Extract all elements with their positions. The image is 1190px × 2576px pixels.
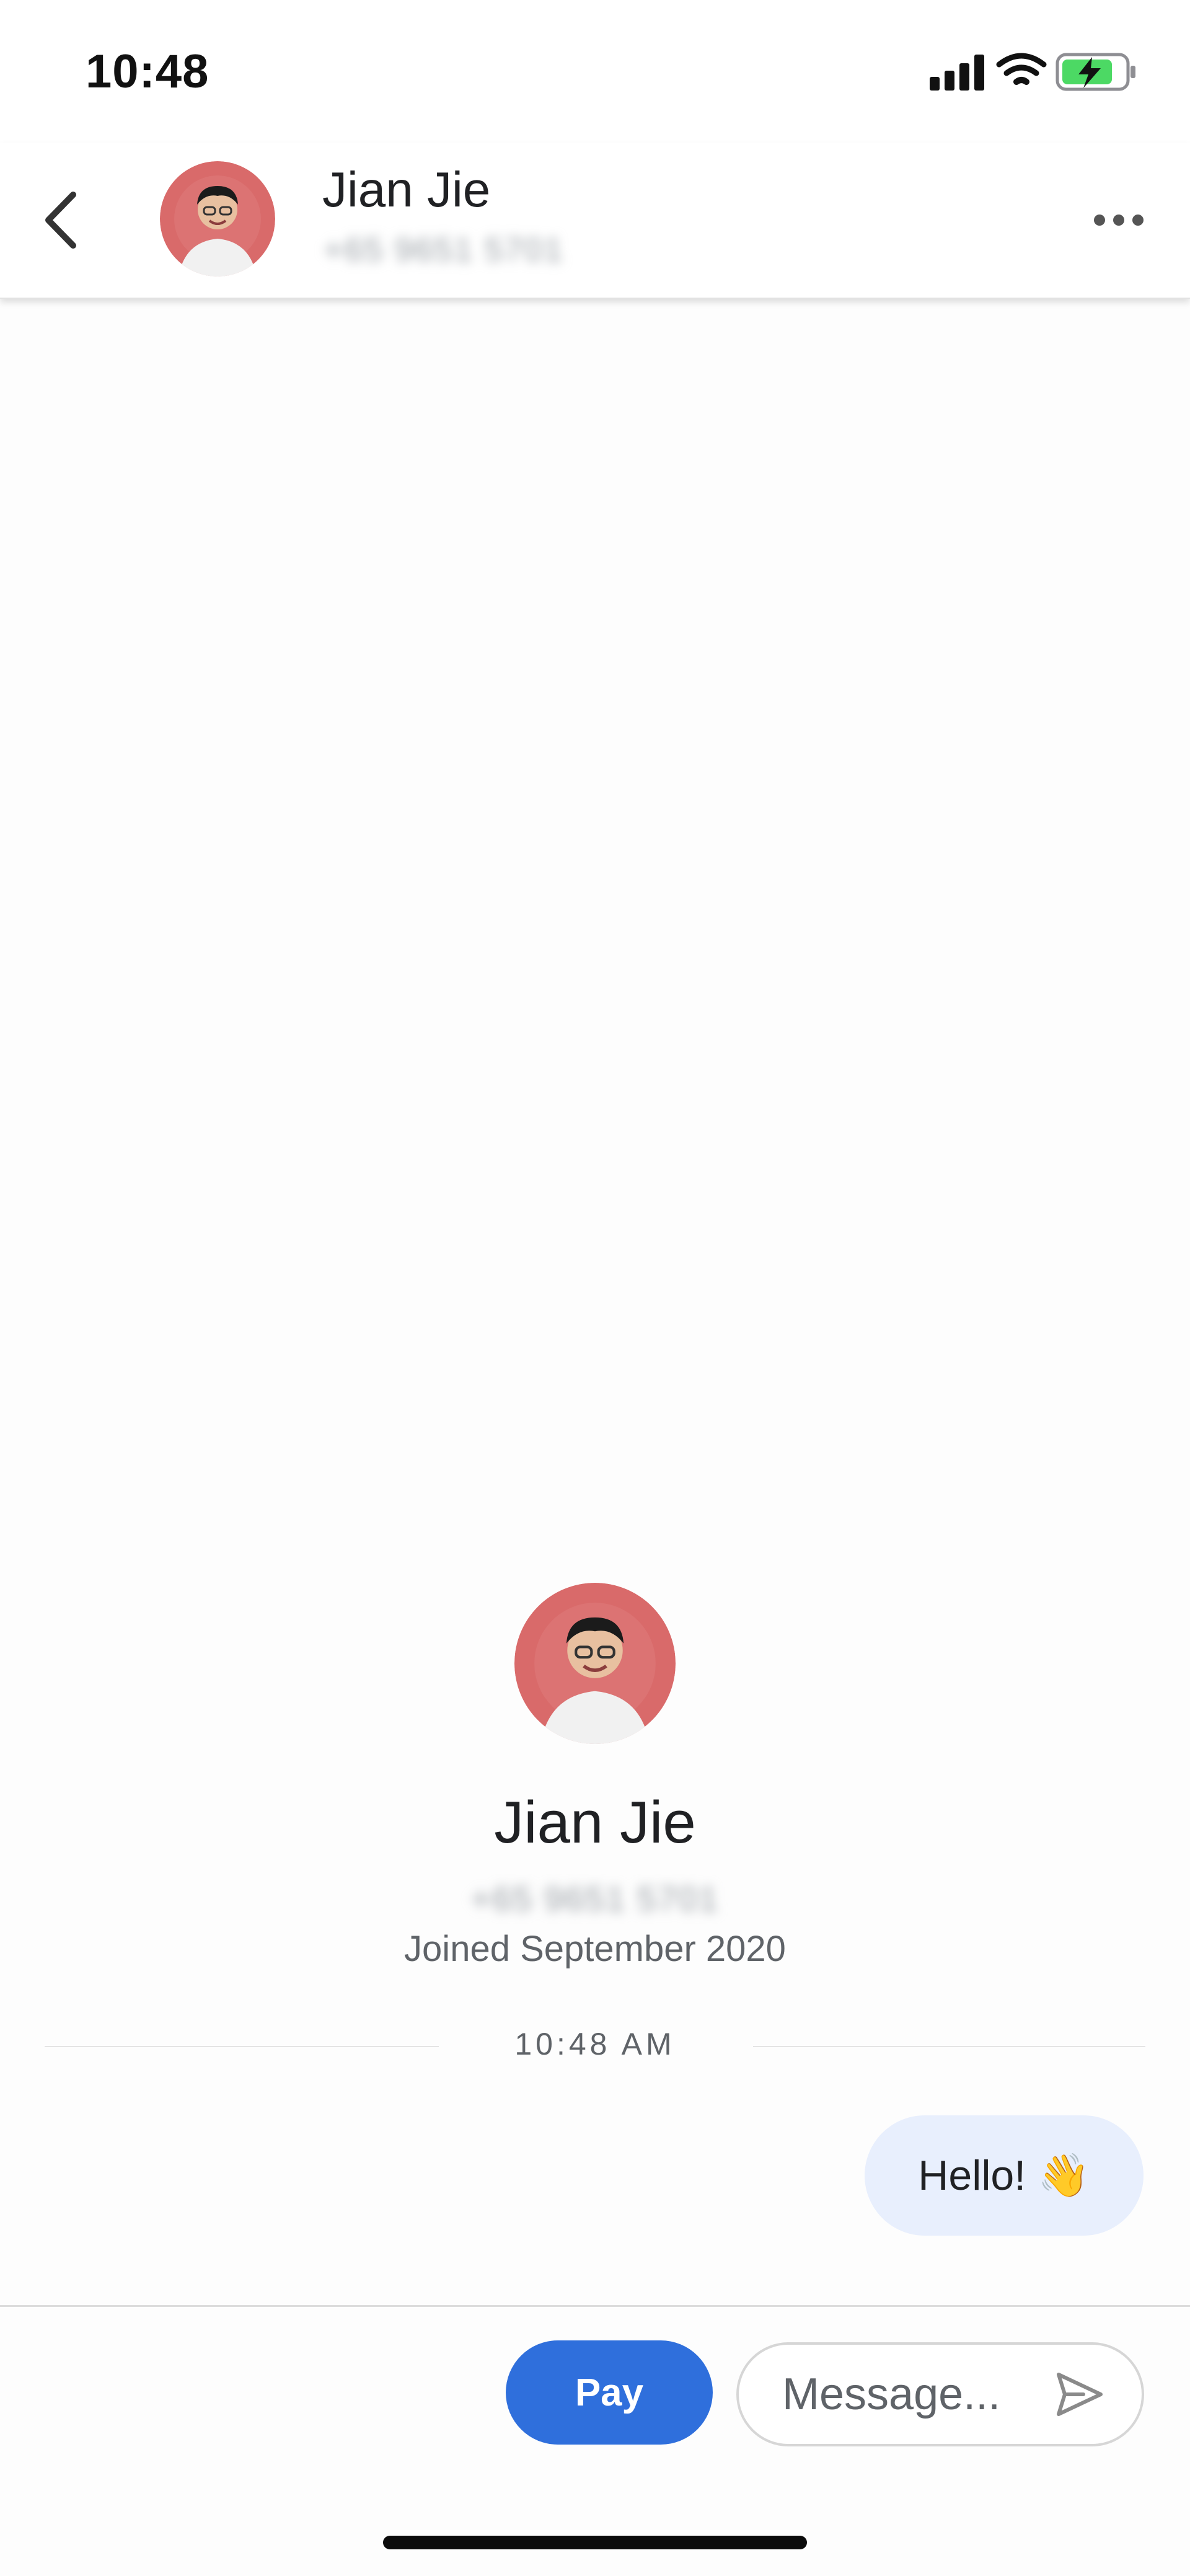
status-icons bbox=[930, 50, 1140, 93]
send-button[interactable] bbox=[1055, 2371, 1104, 2418]
profile-phone: +65 9651 5701 bbox=[470, 1879, 720, 1918]
divider-right bbox=[753, 2046, 1145, 2047]
battery-charging-icon bbox=[1056, 53, 1135, 91]
message-bubble-outgoing[interactable]: Hello! 👋 bbox=[865, 2115, 1144, 2236]
wifi-icon bbox=[996, 53, 1047, 85]
back-button[interactable] bbox=[37, 186, 93, 254]
status-time: 10:48 bbox=[86, 45, 209, 98]
chat-header: Jian Jie +65 9651 5701 bbox=[0, 143, 1190, 299]
profile-avatar bbox=[514, 1583, 676, 1744]
status-bar: 10:48 bbox=[0, 0, 1190, 143]
chevron-left-icon bbox=[45, 192, 76, 249]
message-timestamp: 10:48 AM bbox=[514, 2027, 676, 2061]
home-indicator[interactable] bbox=[383, 2536, 807, 2549]
message-input[interactable] bbox=[782, 2357, 1049, 2432]
pay-button[interactable]: Pay bbox=[506, 2340, 713, 2445]
more-horizontal-icon bbox=[1094, 215, 1144, 226]
contact-phone: +65 9651 5701 bbox=[324, 231, 564, 268]
composer-divider bbox=[0, 2305, 1190, 2307]
profile-name: Jian Jie bbox=[494, 1789, 696, 1856]
send-icon bbox=[1057, 2373, 1103, 2416]
more-options-button[interactable] bbox=[1091, 201, 1147, 239]
profile-joined-date: Joined September 2020 bbox=[404, 1929, 786, 1969]
contact-name[interactable]: Jian Jie bbox=[322, 161, 490, 218]
contact-avatar[interactable] bbox=[160, 161, 275, 277]
cellular-signal-icon bbox=[930, 55, 984, 91]
message-field[interactable] bbox=[736, 2342, 1144, 2446]
